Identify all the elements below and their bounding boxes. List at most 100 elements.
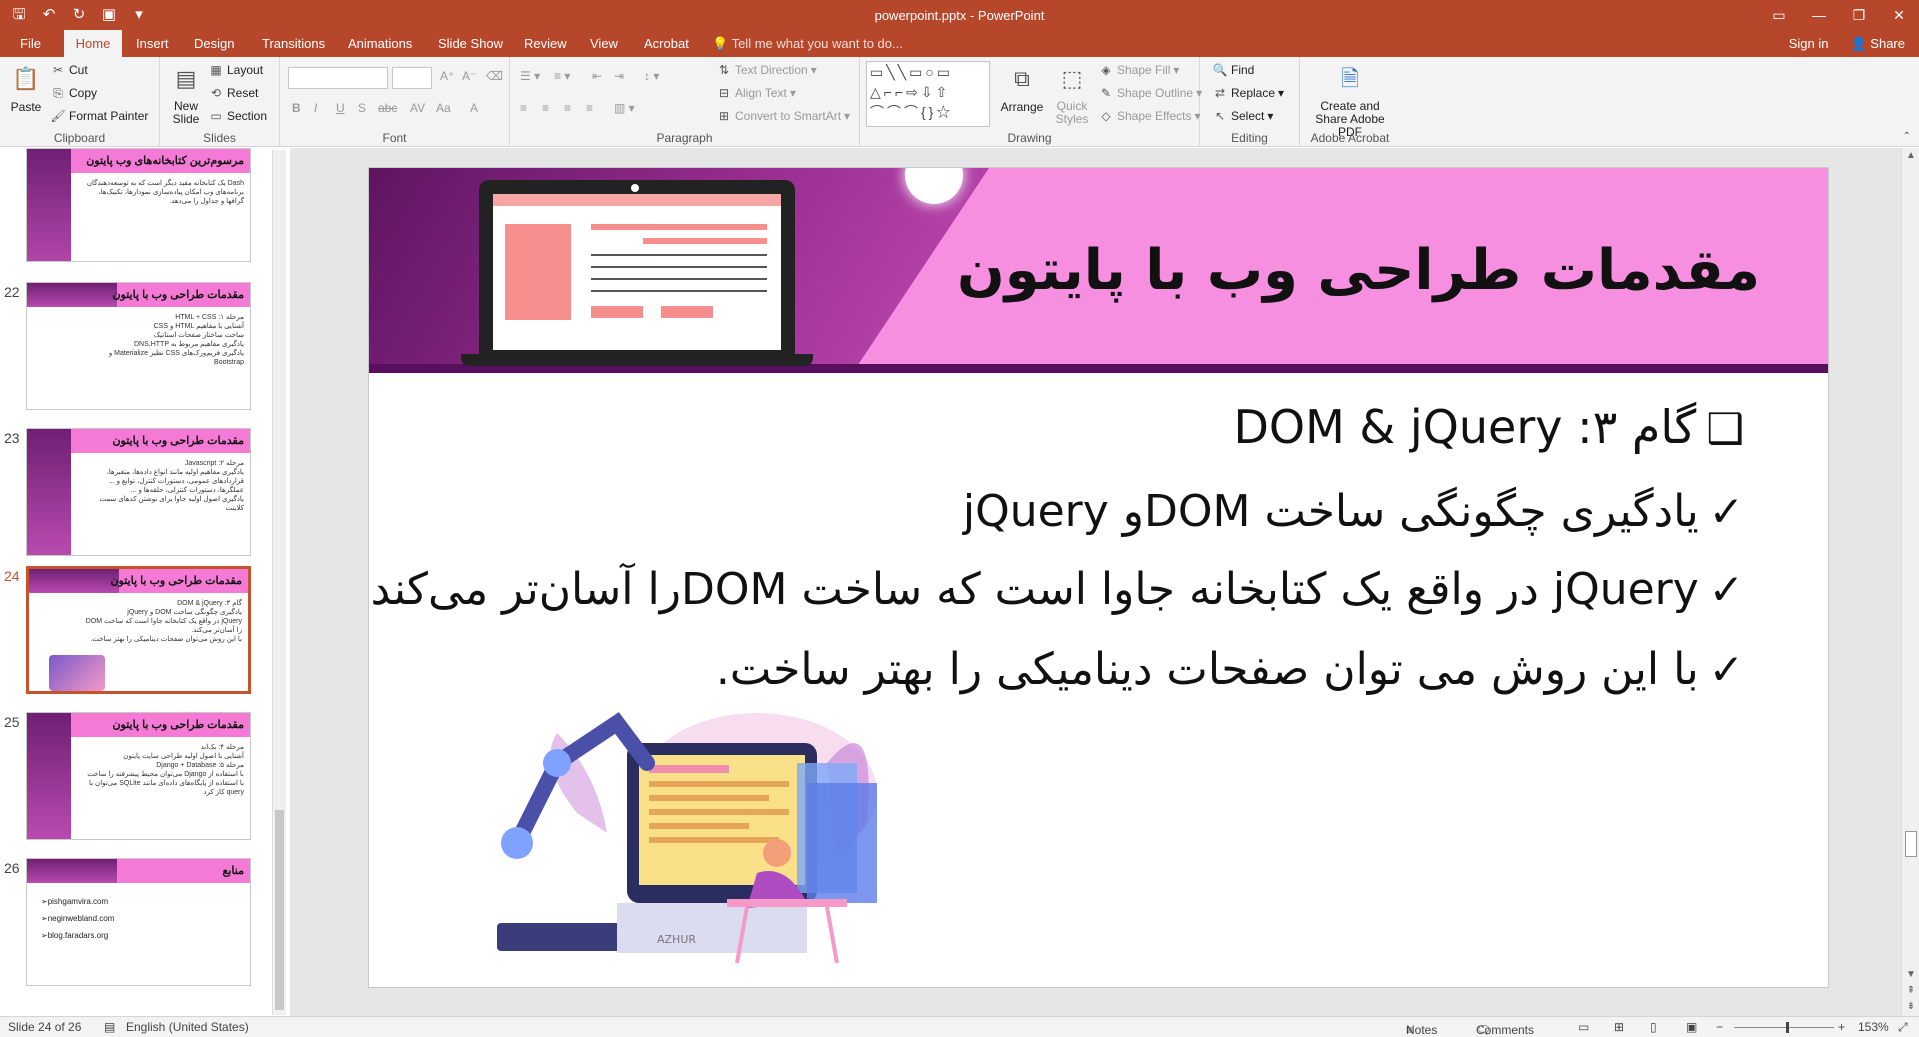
- developer-robot-illustration[interactable]: AZHUR: [497, 703, 937, 973]
- tab-acrobat[interactable]: Acrobat: [636, 30, 697, 57]
- tab-home[interactable]: Home: [64, 30, 122, 57]
- slideshow-view-icon[interactable]: ▣: [1686, 1020, 1697, 1034]
- new-slide-button[interactable]: ▤ New Slide: [166, 63, 206, 126]
- align-text-button[interactable]: ⊟ Align Text ▾: [716, 85, 796, 101]
- shapes-gallery[interactable]: ▭╲╲▭○▭ △⌐⌐⇨⇩⇧ ⌒⌒⌒{}☆: [866, 61, 990, 127]
- tab-review[interactable]: Review: [516, 30, 575, 57]
- thumbnails-scrollbar[interactable]: [272, 150, 286, 1015]
- format-painter-button[interactable]: 🖌 Format Painter: [50, 108, 148, 124]
- font-name-combo[interactable]: [288, 67, 388, 89]
- ribbon-display-icon[interactable]: ▭: [1759, 0, 1799, 30]
- convert-smartart-button[interactable]: ⊞ Convert to SmartArt ▾: [716, 108, 850, 124]
- zoom-slider[interactable]: [1734, 1027, 1834, 1028]
- shape-fill-button[interactable]: ◈ Shape Fill ▾: [1098, 62, 1179, 78]
- align-center-icon[interactable]: ≡: [542, 101, 549, 115]
- bold-button[interactable]: B: [292, 101, 301, 115]
- scroll-down-icon[interactable]: ▼: [1902, 969, 1919, 980]
- drawing-group: ▭╲╲▭○▭ △⌐⌐⇨⇩⇧ ⌒⌒⌒{}☆ ⧉ Arrange ⬚ Quick Sty…: [860, 57, 1202, 147]
- change-case-button[interactable]: Aa: [436, 101, 451, 115]
- text-direction-button[interactable]: ⇅ Text Direction ▾: [716, 62, 817, 78]
- underline-button[interactable]: U: [336, 101, 345, 115]
- shrink-font-icon[interactable]: A⁻: [462, 69, 476, 83]
- slide-thumbnail[interactable]: مرسوم‌ترین کتابخانه‌های وب پایتون Dash ی…: [26, 148, 251, 262]
- scroll-up-icon[interactable]: ▲: [1902, 150, 1919, 161]
- tab-file[interactable]: File: [12, 30, 49, 57]
- clear-formatting-icon[interactable]: ⌫: [486, 69, 503, 83]
- select-button[interactable]: ↖ Select ▾: [1212, 108, 1273, 124]
- collapse-ribbon-icon[interactable]: ⌃: [1903, 131, 1911, 142]
- replace-button[interactable]: ⇄ Replace ▾: [1212, 85, 1284, 101]
- slide-sorter-icon[interactable]: ⊞: [1614, 1020, 1624, 1034]
- slide-thumbnail[interactable]: مقدمات طراحی وب با پایتون مرحله ۲: Javas…: [26, 428, 251, 556]
- shape-outline-button[interactable]: ✎ Shape Outline ▾: [1098, 85, 1202, 101]
- line-spacing-icon[interactable]: ↕ ▾: [644, 69, 659, 83]
- slide-thumbnail[interactable]: مقدمات طراحی وب با پایتون مرحله ۴: بک‌ان…: [26, 712, 251, 840]
- grow-font-icon[interactable]: A⁺: [440, 69, 454, 83]
- restore-icon[interactable]: ❐: [1839, 0, 1879, 30]
- slide-canvas[interactable]: مقدمات طراحی وب با پایتون ❑گام ۳: DOM & …: [368, 167, 1829, 988]
- scrollbar-thumb[interactable]: [1905, 831, 1917, 857]
- minimize-icon[interactable]: —: [1799, 0, 1839, 30]
- character-spacing-button[interactable]: AV: [410, 101, 425, 115]
- title-bar: 🖫 ↶ ↻ ▣ ▾ powerpoint.pptx - PowerPoint ▭…: [0, 0, 1919, 30]
- slide-thumbnails-pane: 22 23 24 25 26 مرسوم‌ترین کتابخانه‌های و…: [0, 148, 290, 1016]
- arrange-button[interactable]: ⧉ Arrange: [1000, 63, 1044, 114]
- numbering-icon[interactable]: ≡ ▾: [554, 69, 570, 83]
- zoom-out-icon[interactable]: −: [1716, 1020, 1723, 1034]
- tab-insert[interactable]: Insert: [128, 30, 177, 57]
- language-indicator[interactable]: English (United States): [126, 1020, 249, 1034]
- effects-icon: ◇: [1101, 109, 1111, 123]
- tab-transitions[interactable]: Transitions: [254, 30, 333, 57]
- columns-icon[interactable]: ▥ ▾: [614, 101, 635, 115]
- align-right-icon[interactable]: ≡: [564, 101, 571, 115]
- tell-me-box[interactable]: 💡 Tell me what you want to do...: [712, 30, 903, 57]
- shape-effects-button[interactable]: ◇ Shape Effects ▾: [1098, 108, 1200, 124]
- paste-button[interactable]: 📋 Paste: [8, 63, 44, 114]
- slide-thumbnail-selected[interactable]: مقدمات طراحی وب با پایتون گام ۳: DOM & j…: [26, 566, 251, 694]
- bullets-icon[interactable]: ☰ ▾: [520, 69, 540, 83]
- proofing-icon[interactable]: ▤: [104, 1020, 115, 1034]
- slide-title[interactable]: مقدمات طراحی وب با پایتون: [957, 238, 1760, 303]
- tab-design[interactable]: Design: [186, 30, 242, 57]
- tab-view[interactable]: View: [582, 30, 626, 57]
- slide-thumbnail[interactable]: مقدمات طراحی وب با پایتون مرحله ۱: HTML …: [26, 282, 251, 410]
- italic-button[interactable]: I: [314, 101, 317, 115]
- bullet-item[interactable]: ✓jQuery در واقع یک کتابخانه جاوا است که …: [369, 564, 1744, 615]
- section-button[interactable]: ▭ Section: [208, 108, 267, 124]
- slide-thumbnail[interactable]: منابع ➢pishgamvira.com ➢neginwebland.com…: [26, 858, 251, 986]
- slide-scrollbar[interactable]: ▲ ▼ ⇞ ⇟: [1901, 148, 1919, 1016]
- previous-slide-icon[interactable]: ⇞: [1902, 985, 1919, 996]
- normal-view-icon[interactable]: ▭: [1578, 1020, 1589, 1034]
- justify-icon[interactable]: ≡: [586, 101, 593, 115]
- zoom-level[interactable]: 153%: [1858, 1020, 1889, 1034]
- cut-button[interactable]: ✂ Cut: [50, 62, 88, 78]
- next-slide-icon[interactable]: ⇟: [1902, 1001, 1919, 1012]
- tab-animations[interactable]: Animations: [340, 30, 420, 57]
- slide-counter[interactable]: Slide 24 of 26: [8, 1020, 81, 1034]
- reading-view-icon[interactable]: ▯: [1650, 1020, 1657, 1034]
- decrease-indent-icon[interactable]: ⇤: [592, 69, 602, 83]
- bullet-heading[interactable]: ❑گام ۳: DOM & jQuery: [1233, 400, 1744, 454]
- share-button[interactable]: 👤 Share: [1850, 30, 1905, 57]
- font-size-combo[interactable]: [392, 67, 432, 89]
- quick-styles-button[interactable]: ⬚ Quick Styles: [1050, 63, 1094, 126]
- close-icon[interactable]: ✕: [1879, 0, 1919, 30]
- strikethrough-button[interactable]: abc: [378, 101, 397, 115]
- sign-in-link[interactable]: Sign in: [1789, 30, 1829, 57]
- fit-slide-icon[interactable]: ⤢: [1898, 1020, 1908, 1035]
- increase-indent-icon[interactable]: ⇥: [614, 69, 624, 83]
- shadow-button[interactable]: S: [358, 101, 366, 115]
- tab-slide-show[interactable]: Slide Show: [430, 30, 511, 57]
- reset-button[interactable]: ⟲ Reset: [208, 85, 258, 101]
- thumb-number: 26: [4, 860, 20, 876]
- align-left-icon[interactable]: ≡: [520, 101, 527, 115]
- bullet-item[interactable]: ✓با این روش می توان صفحات دینامیکی را به…: [716, 644, 1744, 695]
- font-color-button[interactable]: A: [470, 101, 478, 115]
- bullet-item[interactable]: ✓یادگیری چگونگی ساخت DOMو jQuery: [963, 486, 1744, 537]
- zoom-in-icon[interactable]: +: [1838, 1020, 1845, 1034]
- layout-button[interactable]: ▦ Layout: [208, 62, 263, 78]
- find-button[interactable]: 🔍 Find: [1212, 62, 1255, 78]
- copy-button[interactable]: ⎘ Copy: [50, 85, 97, 101]
- zoom-slider-thumb[interactable]: [1786, 1022, 1789, 1033]
- create-share-pdf-button[interactable]: 🗎 Create and Share Adobe PDF: [1304, 63, 1396, 139]
